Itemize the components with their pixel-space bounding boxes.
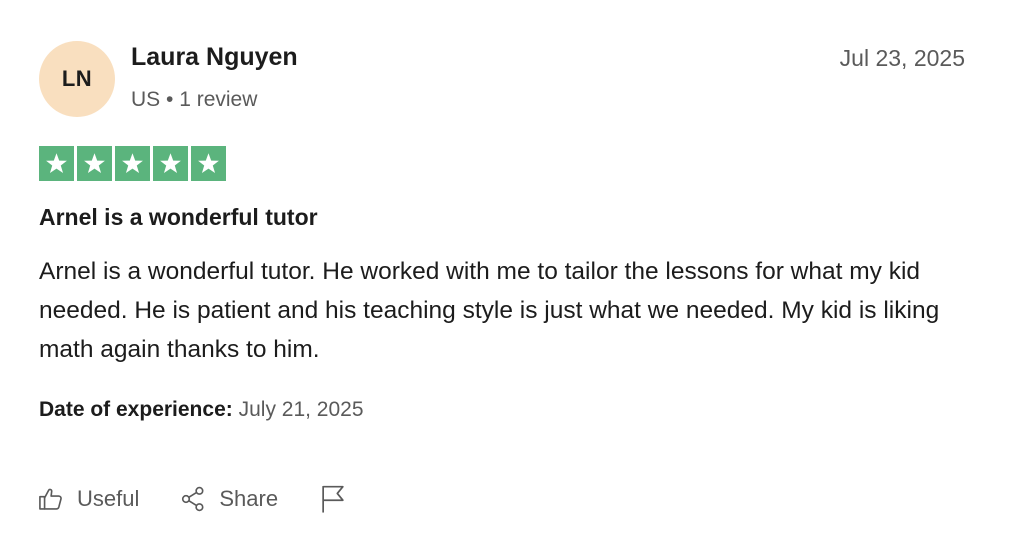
review-card: LN Laura Nguyen US • 1 review Jul 23, 20…: [0, 0, 1024, 559]
thumbs-up-icon: [37, 485, 65, 513]
flag-icon: [318, 483, 348, 515]
report-button[interactable]: [318, 483, 348, 515]
review-actions: Useful Share: [37, 483, 388, 515]
experience-label: Date of experience:: [39, 398, 233, 421]
avatar-initials: LN: [61, 66, 93, 91]
review-body: Arnel is a wonderful tutor. He worked wi…: [39, 258, 940, 363]
review-title[interactable]: Arnel is a wonderful tutor: [39, 204, 318, 231]
star-rating: [39, 146, 226, 181]
star-icon: [115, 146, 150, 181]
date-of-experience: Date of experience: July 21, 2025: [39, 398, 364, 422]
experience-date: July 21, 2025: [238, 398, 364, 421]
star-icon: [39, 146, 74, 181]
reviewer-meta: US • 1 review: [131, 88, 258, 111]
reviewer-name[interactable]: Laura Nguyen: [131, 43, 298, 72]
useful-label: Useful: [77, 486, 140, 511]
share-label: Share: [219, 486, 279, 511]
share-button[interactable]: Share: [179, 485, 278, 513]
star-icon: [77, 146, 112, 181]
useful-button[interactable]: Useful: [37, 485, 139, 513]
avatar[interactable]: LN: [39, 41, 115, 117]
star-icon: [191, 146, 226, 181]
star-icon: [153, 146, 188, 181]
review-date: Jul 23, 2025: [839, 45, 965, 71]
share-icon: [179, 485, 207, 513]
